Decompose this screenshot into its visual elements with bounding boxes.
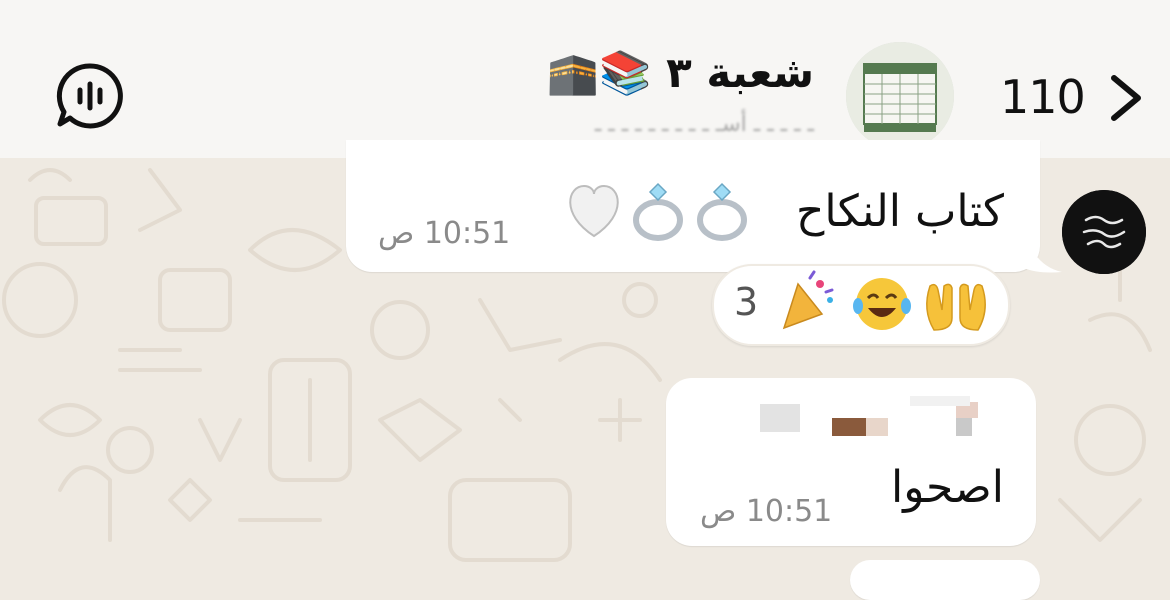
reaction-emojis xyxy=(782,270,986,331)
ring-heart-emojis xyxy=(569,182,747,241)
chevron-left-icon[interactable] xyxy=(1106,74,1148,122)
message-timestamp: 10:51 ص xyxy=(378,216,511,251)
voice-chat-icon[interactable] xyxy=(56,62,124,130)
reaction-count: 3 xyxy=(734,280,759,324)
group-title[interactable]: شعبة ٣ 📚🕋 xyxy=(547,48,814,98)
message-timestamp: 10:51 ص xyxy=(700,494,833,529)
message-text: كتاب النكاح xyxy=(795,186,1004,237)
unread-count[interactable]: 110 xyxy=(1000,70,1086,124)
sender-name xyxy=(760,396,978,436)
sender-avatar[interactable] xyxy=(1062,190,1146,274)
group-subtitle[interactable]: ـ ـ ـ ـ ـ أسـ ـ ـ ـ ـ ـ ـ ـ ـ ـ xyxy=(595,112,814,137)
message-bubble[interactable] xyxy=(850,560,1040,600)
calligraphy-avatar-image xyxy=(1062,190,1146,274)
group-avatar[interactable] xyxy=(846,42,954,150)
message-text: اصحوا xyxy=(891,462,1004,513)
group-avatar-image xyxy=(846,42,954,150)
bubble-tail xyxy=(1024,230,1062,273)
chat-header: 110 شعبة ٣ 📚🕋 ـ ـ ـ ـ ـ أسـ ـ ـ ـ ـ ـ ـ … xyxy=(0,0,1170,158)
